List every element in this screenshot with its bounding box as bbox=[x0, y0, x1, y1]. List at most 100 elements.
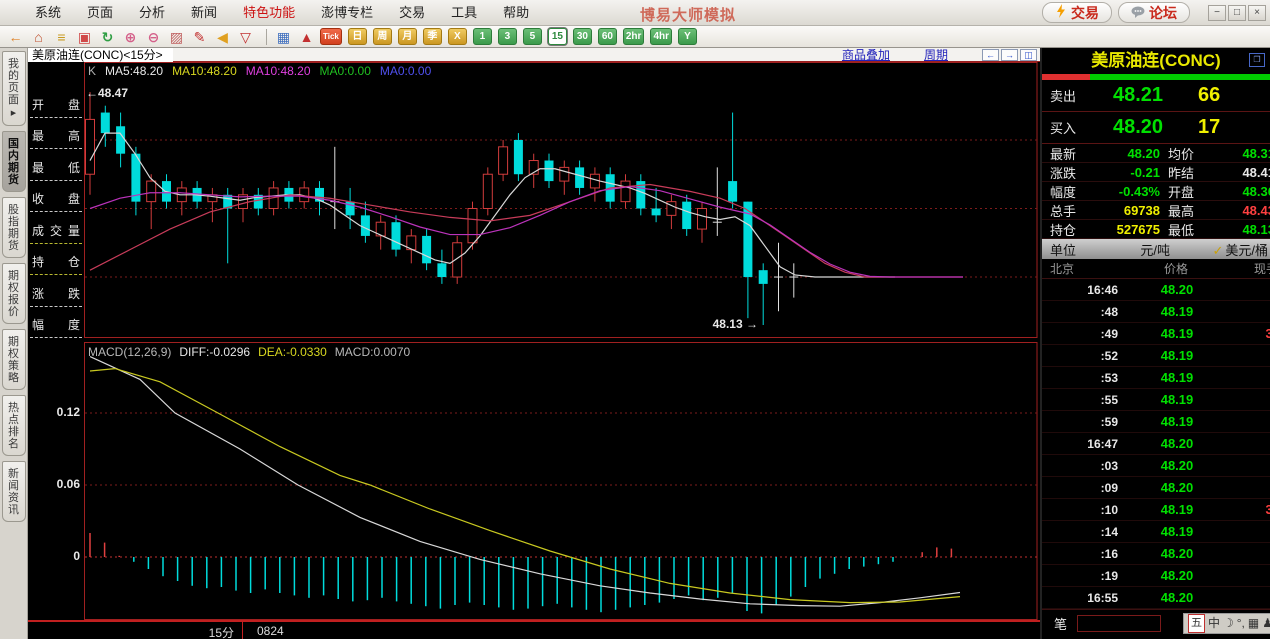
pan-right-icon[interactable]: → bbox=[1001, 49, 1018, 61]
split-view-icon[interactable]: ◫ bbox=[1020, 49, 1037, 61]
filter-icon[interactable]: ▽ bbox=[236, 28, 255, 46]
check-icon: ✓ bbox=[1212, 243, 1223, 258]
price-field-value-dash bbox=[30, 337, 82, 338]
sidebar-tab-char: 的 bbox=[8, 70, 19, 82]
overlay-link[interactable]: 商品叠加 bbox=[842, 46, 890, 63]
tape-header-time: 北京 bbox=[1042, 260, 1118, 277]
tape-time: :49 bbox=[1042, 327, 1118, 341]
sidebar-tab-option-quotes[interactable]: 期权报价 bbox=[2, 263, 26, 324]
wubi-mode-icon[interactable]: 五 bbox=[1188, 614, 1205, 633]
menu-item-page[interactable]: 页面 bbox=[74, 0, 126, 25]
period-button-1[interactable]: 1 bbox=[473, 28, 492, 45]
ime-toolbar: 五中☽°,▦♟ bbox=[1183, 613, 1270, 634]
sidebar-tab-index-futures[interactable]: 股指期货 bbox=[2, 197, 26, 258]
boyi-master-app: 系统页面分析新闻特色功能澎博专栏交易工具帮助 博易大师模拟 交易 论坛 −□× … bbox=[0, 0, 1270, 639]
sidebar-tab-char: 国 bbox=[8, 138, 19, 150]
period-button-30[interactable]: 30 bbox=[573, 28, 592, 45]
indicator-line: KMA5:48.20MA10:48.20MA10:48.20MA0:0.00MA… bbox=[88, 64, 431, 78]
sidebar-tab-option-strategy[interactable]: 期权策略 bbox=[2, 329, 26, 390]
period-button-日[interactable]: 日 bbox=[348, 28, 367, 45]
table-view-icon[interactable]: ▦ bbox=[274, 28, 293, 46]
period-button-Y[interactable]: Y bbox=[678, 28, 697, 45]
ask-row[interactable]: 卖出 48.21 66 bbox=[1042, 80, 1270, 112]
candle bbox=[621, 174, 630, 208]
menu-item-features[interactable]: 特色功能 bbox=[230, 0, 308, 25]
forum-button[interactable]: 论坛 bbox=[1118, 2, 1190, 23]
tape-row: :5948.192 bbox=[1042, 411, 1270, 433]
zoom-in-icon[interactable]: ⊕ bbox=[121, 28, 140, 46]
unit-cny-option[interactable]: 元/吨 bbox=[1098, 240, 1212, 259]
period-button-月[interactable]: 月 bbox=[398, 28, 417, 45]
restore-button[interactable]: □ bbox=[1228, 5, 1246, 21]
chinese-mode-icon[interactable]: 中 bbox=[1208, 615, 1220, 632]
user-icon[interactable]: ♟ bbox=[1262, 615, 1270, 632]
tape-price: 48.19 bbox=[1118, 304, 1236, 319]
candle bbox=[208, 188, 217, 222]
period-button-季[interactable]: 季 bbox=[423, 28, 442, 45]
unit-usd-option[interactable]: ✓美元/桶 bbox=[1212, 240, 1270, 259]
period-button-X[interactable]: X bbox=[448, 28, 467, 45]
period-button-tick[interactable]: Tick bbox=[320, 28, 342, 45]
stat-label: 开盘 bbox=[1160, 182, 1204, 201]
menu-item-trade[interactable]: 交易 bbox=[386, 0, 438, 25]
expand-arrow-icon: ▶ bbox=[11, 108, 16, 120]
period-link[interactable]: 周期 bbox=[924, 46, 948, 63]
sidebar-tab-hot-ranking[interactable]: 热点排名 bbox=[2, 395, 26, 456]
chart-tab-title[interactable]: 美原油连(CONC)<15分> bbox=[28, 48, 173, 62]
close-button[interactable]: × bbox=[1248, 5, 1266, 21]
period-button-60[interactable]: 60 bbox=[598, 28, 617, 45]
status-period[interactable]: 15分 bbox=[28, 622, 243, 639]
candle bbox=[330, 147, 339, 229]
price-field-row: 最高 bbox=[30, 118, 82, 150]
menu-item-pengbo-column[interactable]: 澎博专栏 bbox=[308, 0, 386, 25]
sidebar-tab-my-page[interactable]: 我的页面▶ bbox=[2, 51, 26, 126]
zoom-out-icon[interactable]: ⊖ bbox=[144, 28, 163, 46]
quote-board-icon[interactable]: ≡ bbox=[52, 28, 71, 46]
tape-row: :1648.202 bbox=[1042, 543, 1270, 565]
sell-ratio-segment bbox=[1042, 74, 1090, 80]
sidebar-tab-char: 货 bbox=[8, 174, 19, 186]
menu-item-analysis[interactable]: 分析 bbox=[126, 0, 178, 25]
minimize-button[interactable]: − bbox=[1208, 5, 1226, 21]
home-icon[interactable]: ⌂ bbox=[29, 28, 48, 46]
soft-keyboard-icon[interactable]: ▦ bbox=[1248, 615, 1259, 632]
period-button-2hr[interactable]: 2hr bbox=[623, 28, 645, 45]
period-button-4hr[interactable]: 4hr bbox=[650, 28, 672, 45]
panel-restore-icon[interactable]: ❒ bbox=[1249, 53, 1265, 67]
half-width-icon[interactable]: ☽ bbox=[1223, 615, 1234, 632]
price-field-label: 成交量 bbox=[30, 222, 82, 239]
back-icon[interactable]: ← bbox=[6, 28, 25, 46]
candle bbox=[514, 133, 523, 181]
period-button-3[interactable]: 3 bbox=[498, 28, 517, 45]
tape-row: :1048.1930 bbox=[1042, 499, 1270, 521]
chart-view-icon[interactable]: ▲ bbox=[297, 28, 316, 46]
bid-row[interactable]: 买入 48.20 17 bbox=[1042, 112, 1270, 144]
sidebar-tab-domestic-futures[interactable]: 国内期货 bbox=[2, 131, 26, 192]
tape-volume: 1 bbox=[1236, 370, 1270, 385]
pan-left-icon[interactable]: ← bbox=[982, 49, 999, 61]
period-button-15[interactable]: 15 bbox=[548, 28, 567, 45]
tape-price: 48.20 bbox=[1118, 546, 1236, 561]
refresh-icon[interactable]: ↻ bbox=[98, 28, 117, 46]
period-button-5[interactable]: 5 bbox=[523, 28, 542, 45]
alert-icon[interactable]: ◀ bbox=[213, 28, 232, 46]
buy-sell-ratio-bar bbox=[1042, 74, 1270, 80]
tape-volume: 2 bbox=[1236, 348, 1270, 363]
tab-tape[interactable]: 笔 bbox=[1042, 614, 1067, 633]
draw-icon[interactable]: ✎ bbox=[190, 28, 209, 46]
menu-item-system[interactable]: 系统 bbox=[22, 0, 74, 25]
tape-row: :0948.202 bbox=[1042, 477, 1270, 499]
stat-value: -0.21 bbox=[1086, 165, 1160, 180]
period-button-周[interactable]: 周 bbox=[373, 28, 392, 45]
fund-icon[interactable]: ▣ bbox=[75, 28, 94, 46]
menu-item-help[interactable]: 帮助 bbox=[490, 0, 542, 25]
tape-price: 48.20 bbox=[1118, 282, 1236, 297]
trade-button[interactable]: 交易 bbox=[1042, 2, 1112, 23]
punctuation-icon[interactable]: °, bbox=[1237, 615, 1245, 632]
tape-volume: 2 bbox=[1236, 480, 1270, 495]
price-field-row: 幅度 bbox=[30, 307, 82, 339]
menu-item-tools[interactable]: 工具 bbox=[438, 0, 490, 25]
sidebar-tab-news-info[interactable]: 新闻资讯 bbox=[2, 461, 26, 522]
menu-item-news[interactable]: 新闻 bbox=[178, 0, 230, 25]
overlay-icon[interactable]: ▨ bbox=[167, 28, 186, 46]
